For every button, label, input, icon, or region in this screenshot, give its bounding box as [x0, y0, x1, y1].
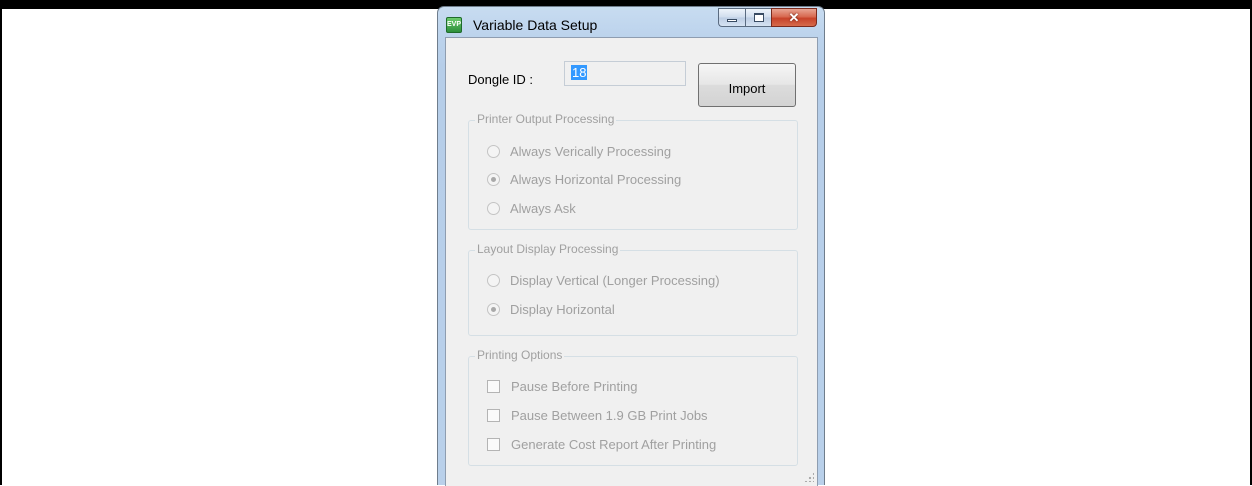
checkbox-generate-cost-report[interactable]: Generate Cost Report After Printing — [487, 437, 716, 452]
caption-buttons: ✕ — [718, 8, 817, 28]
printing-options-group: Printing Options Pause Before Printing P… — [468, 348, 798, 466]
radio-label: Display Vertical (Longer Processing) — [510, 273, 720, 288]
radio-display-horizontal[interactable]: Display Horizontal — [487, 302, 615, 317]
radio-button[interactable] — [487, 274, 500, 287]
radio-label: Always Horizontal Processing — [510, 172, 682, 187]
radio-button-selected[interactable] — [487, 173, 500, 186]
import-button[interactable]: Import — [698, 63, 796, 107]
printing-options-title: Printing Options — [475, 348, 565, 362]
checkbox-label: Pause Before Printing — [511, 379, 638, 394]
maximize-icon — [753, 13, 764, 22]
dongle-id-label: Dongle ID : — [468, 72, 534, 87]
radio-always-horizontal[interactable]: Always Horizontal Processing — [487, 172, 681, 187]
variable-data-setup-window: EVP Variable Data Setup ✕ Dongle ID : 18… — [437, 6, 825, 486]
minimize-icon — [727, 19, 737, 22]
checkbox[interactable] — [487, 438, 500, 451]
close-button[interactable]: ✕ — [771, 8, 817, 27]
left-border — [0, 9, 2, 485]
radio-button[interactable] — [487, 202, 500, 215]
close-icon: ✕ — [788, 10, 800, 25]
checkbox-label: Generate Cost Report After Printing — [511, 437, 717, 452]
window-title: Variable Data Setup — [473, 17, 598, 33]
dongle-id-field[interactable]: 18 — [564, 61, 686, 86]
radio-always-vertical[interactable]: Always Verically Processing — [487, 144, 671, 159]
checkbox[interactable] — [487, 380, 500, 393]
radio-label: Display Horizontal — [510, 302, 615, 317]
checkbox-pause-between-jobs[interactable]: Pause Between 1.9 GB Print Jobs — [487, 408, 708, 423]
radio-always-ask[interactable]: Always Ask — [487, 201, 576, 216]
layout-display-title: Layout Display Processing — [475, 242, 621, 256]
resize-grip-icon[interactable] — [804, 472, 814, 482]
printer-output-title: Printer Output Processing — [475, 112, 617, 126]
radio-display-vertical[interactable]: Display Vertical (Longer Processing) — [487, 273, 720, 288]
checkbox-label: Pause Between 1.9 GB Print Jobs — [511, 408, 708, 423]
printer-output-group: Printer Output Processing Always Verical… — [468, 112, 798, 230]
maximize-button[interactable] — [745, 8, 771, 27]
minimize-button[interactable] — [718, 8, 745, 27]
radio-label: Always Verically Processing — [510, 144, 672, 159]
layout-display-group: Layout Display Processing Display Vertic… — [468, 242, 798, 336]
dialog-client-area: Dongle ID : 18 Import Printer Output Pro… — [445, 37, 818, 486]
radio-button[interactable] — [487, 145, 500, 158]
dongle-id-value: 18 — [571, 65, 588, 80]
app-icon: EVP — [446, 17, 462, 33]
radio-label: Always Ask — [510, 201, 576, 216]
checkbox-pause-before-printing[interactable]: Pause Before Printing — [487, 379, 637, 394]
checkbox[interactable] — [487, 409, 500, 422]
radio-button-selected[interactable] — [487, 303, 500, 316]
